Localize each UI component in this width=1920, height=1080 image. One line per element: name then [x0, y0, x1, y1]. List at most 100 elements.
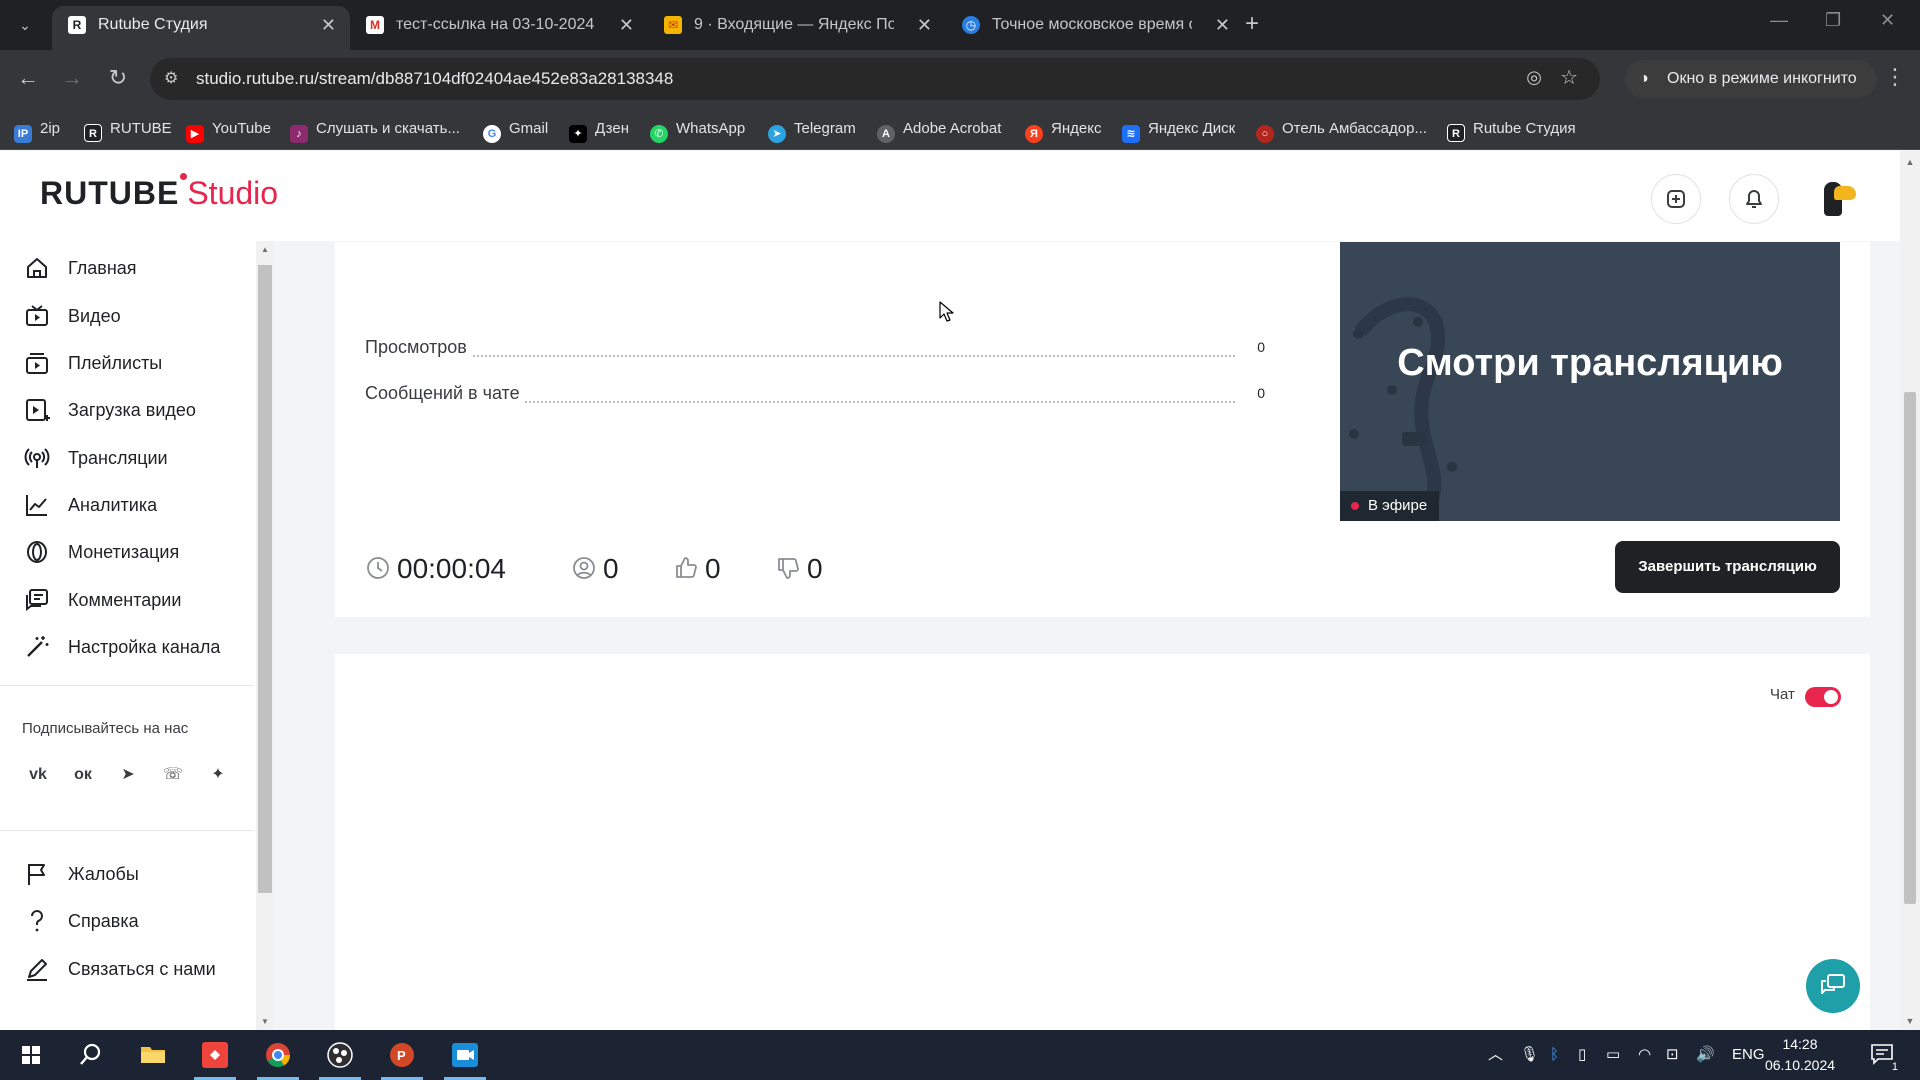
usb-drive-icon[interactable]: ▯	[1578, 1030, 1586, 1080]
scroll-down-icon[interactable]: ▼	[1900, 1016, 1920, 1026]
sidebar-item-video[interactable]: Видео	[0, 293, 254, 339]
sidebar-item-playlists[interactable]: Плейлисты	[0, 340, 254, 386]
sidebar-item-contact[interactable]: Связаться с нами	[0, 946, 254, 992]
dzen-icon[interactable]: ✦	[201, 758, 235, 792]
display-icon[interactable]: ⊡	[1666, 1030, 1679, 1080]
bookmark-music[interactable]: ♪ Слушать и скачать...	[290, 108, 460, 150]
scroll-up-icon[interactable]: ▲	[1900, 157, 1920, 167]
sidebar-item-help[interactable]: Справка	[0, 898, 254, 944]
bookmark-rutube[interactable]: R RUTUBE	[84, 108, 172, 150]
volume-icon[interactable]: 🔊	[1696, 1030, 1715, 1080]
avatar[interactable]	[1812, 174, 1862, 224]
viewers-metric: 0	[571, 553, 619, 593]
bookmark-gmail[interactable]: G Gmail	[483, 108, 548, 150]
bluetooth-icon[interactable]: ᛒ	[1550, 1030, 1559, 1080]
bookmark-label: Яндекс	[1051, 120, 1102, 137]
reload-icon[interactable]: ↻	[103, 64, 133, 92]
bookmark-yandex-disk[interactable]: ≋ Яндекс Диск	[1122, 108, 1235, 150]
logo-main-text: RUTUBE	[40, 175, 180, 211]
obs-icon[interactable]	[313, 1030, 367, 1080]
notifications-button[interactable]	[1729, 174, 1779, 224]
bookmark-rutube-studio[interactable]: R Rutube Студия	[1447, 108, 1576, 150]
bookmark-telegram[interactable]: ➤ Telegram	[768, 108, 856, 150]
sidebar-item-upload[interactable]: Загрузка видео	[0, 387, 254, 433]
telegram-icon[interactable]: ➤	[111, 758, 145, 792]
eye-slash-icon[interactable]: ◎	[1526, 67, 1542, 88]
sidebar-item-home[interactable]: Главная	[0, 245, 254, 291]
battery-icon[interactable]: ▭	[1606, 1030, 1620, 1080]
sidebar-item-label: Настройка канала	[68, 637, 221, 657]
odnoklassniki-icon[interactable]: ок	[66, 758, 100, 792]
clock-favicon-icon: ◷	[962, 16, 980, 34]
taskbar-clock[interactable]: 14:28 06.10.2024	[1760, 1034, 1840, 1076]
bookmark-label: RUTUBE	[110, 120, 172, 137]
tray-chevron-icon[interactable]: ︿	[1488, 1030, 1503, 1080]
viber-icon[interactable]: ☏	[156, 758, 190, 792]
powerpoint-icon[interactable]: P	[375, 1030, 429, 1080]
bookmark-dzen[interactable]: ✦ Дзен	[569, 108, 629, 150]
bookmark-star-icon[interactable]: ☆	[1560, 65, 1578, 90]
sidebar-item-label: Видео	[68, 306, 121, 326]
sidebar-item-analytics[interactable]: Аналитика	[0, 482, 254, 528]
windows-start-icon[interactable]	[4, 1030, 58, 1080]
notification-center-icon[interactable]: 1	[1870, 1043, 1898, 1073]
vk-icon[interactable]: vk	[21, 758, 55, 792]
bookmark-yandex[interactable]: Я Яндекс	[1025, 108, 1101, 150]
tab-title: Rutube Студия	[98, 16, 208, 33]
scroll-down-icon[interactable]: ▼	[256, 1017, 274, 1026]
bookmark-hotel[interactable]: ○ Отель Амбассадор...	[1256, 108, 1427, 150]
sidebar-scrollbar[interactable]: ▲ ▼	[256, 241, 274, 1030]
url-text[interactable]: studio.rutube.ru/stream/db887104df02404a…	[196, 58, 673, 100]
tab-yandex-mail[interactable]: ✉ 9 · Входящие — Яндекс Почта ✕	[648, 6, 946, 50]
close-tab-icon[interactable]: ✕	[917, 6, 932, 44]
bookmark-whatsapp[interactable]: ✆ WhatsApp	[650, 108, 745, 150]
stat-chat-messages-row: Сообщений в чате 0	[365, 383, 1265, 409]
close-window-icon[interactable]: ✕	[1880, 10, 1895, 31]
restore-icon[interactable]: ❐	[1825, 10, 1841, 31]
page-scrollbar-thumb[interactable]	[1904, 392, 1916, 904]
close-tab-icon[interactable]: ✕	[321, 6, 336, 44]
tab-search-button[interactable]: ⌄	[12, 13, 38, 37]
sidebar-item-complaints[interactable]: Жалобы	[0, 851, 254, 897]
anydesk-icon[interactable]	[188, 1030, 242, 1080]
browser-menu-icon[interactable]: ⋮	[1884, 64, 1906, 90]
tab-rutube-studio[interactable]: R Rutube Студия ✕	[52, 6, 350, 50]
chat-toggle[interactable]	[1805, 687, 1841, 707]
close-tab-icon[interactable]: ✕	[1215, 6, 1230, 44]
tab-moscow-time[interactable]: ◷ Точное московское время он ✕	[946, 6, 1244, 50]
bookmark-youtube[interactable]: ▶ YouTube	[186, 108, 271, 150]
bookmark-adobe-acrobat[interactable]: A Adobe Acrobat	[877, 108, 1001, 150]
page-scrollbar[interactable]: ▲ ▼	[1900, 151, 1920, 1030]
sidebar-scrollbar-thumb[interactable]	[258, 265, 272, 893]
camera-app-icon[interactable]	[438, 1030, 492, 1080]
rutube-icon: R	[1447, 124, 1465, 142]
sidebar-item-channel-settings[interactable]: Настройка канала	[0, 624, 254, 670]
scroll-up-icon[interactable]: ▲	[256, 245, 274, 254]
back-icon[interactable]: ←	[13, 64, 43, 92]
bookmark-2ip[interactable]: IP 2ip	[14, 108, 60, 150]
minimize-icon[interactable]: —	[1770, 10, 1788, 31]
chrome-icon[interactable]	[251, 1030, 305, 1080]
sidebar-item-comments[interactable]: Комментарии	[0, 577, 254, 623]
forward-icon[interactable]: →	[57, 64, 87, 92]
incognito-badge[interactable]: ◑ Окно в режиме инкогнито	[1625, 60, 1877, 98]
search-icon[interactable]	[63, 1030, 117, 1080]
close-tab-icon[interactable]: ✕	[619, 6, 634, 44]
address-bar[interactable]: ⚙ studio.rutube.ru/stream/db887104df0240…	[150, 58, 1600, 100]
sidebar-item-broadcasts[interactable]: Трансляции	[0, 435, 254, 481]
stream-preview[interactable]: Смотри трансляцию В эфире	[1340, 242, 1840, 521]
tab-gmail[interactable]: M тест-ссылка на 03-10-2024 - а ✕	[350, 6, 648, 50]
browser-toolbar: ← → ↻ ⚙ studio.rutube.ru/stream/db887104…	[0, 50, 1920, 108]
sidebar-item-label: Плейлисты	[68, 353, 163, 373]
wifi-icon[interactable]: ◠	[1638, 1030, 1651, 1080]
site-settings-icon[interactable]: ⚙	[164, 68, 178, 88]
sidebar-item-label: Комментарии	[68, 590, 182, 610]
sidebar-item-monetization[interactable]: Монетизация	[0, 529, 254, 575]
new-tab-button[interactable]: +	[1245, 10, 1259, 38]
support-chat-button[interactable]	[1806, 959, 1860, 1013]
create-button[interactable]	[1651, 174, 1701, 224]
microphone-icon[interactable]: 🎙	[1520, 1030, 1539, 1080]
end-broadcast-button[interactable]: Завершить трансляцию	[1615, 541, 1840, 593]
rutube-studio-logo[interactable]: RUTUBE Studio	[40, 173, 278, 213]
file-explorer-icon[interactable]	[126, 1030, 180, 1080]
